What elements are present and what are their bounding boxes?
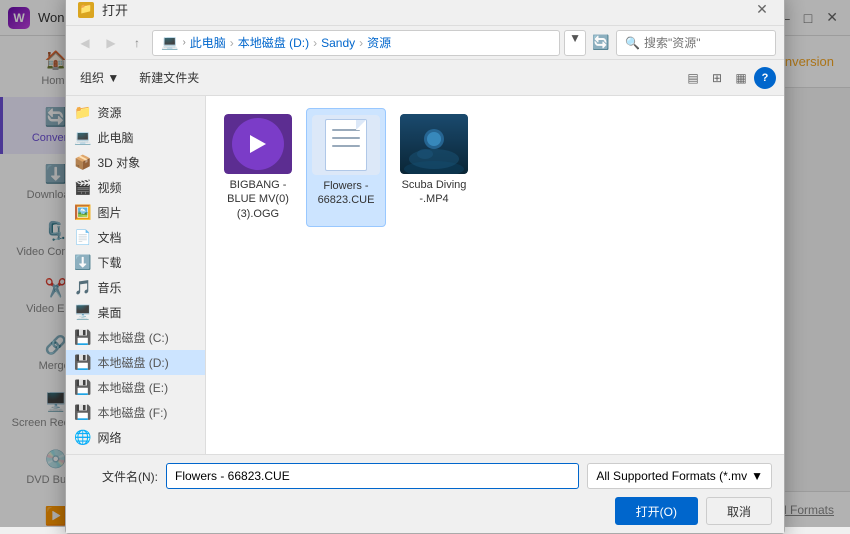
file-explorer: 📁 资源 💻 此电脑 📦 3D 对象 🎬 视频 🖼️ 图片 (66, 96, 784, 454)
sidebar-drive-f[interactable]: 💾 本地磁盘 (F:) (66, 400, 205, 425)
breadcrumb-dropdown[interactable]: ▼ (564, 30, 586, 56)
sidebar-3d-objects[interactable]: 📦 3D 对象 (66, 150, 205, 175)
ogg-filename: BIGBANG - BLUE MV(0) (3).OGG (224, 178, 292, 221)
filetype-dropdown-icon: ▼ (751, 469, 763, 483)
nav-search-box: 🔍 (616, 30, 776, 56)
filetype-label: All Supported Formats (*.mv (596, 469, 747, 483)
3d-icon: 📦 (74, 154, 91, 171)
dialog-close-button[interactable]: ✕ (752, 0, 772, 20)
search-icon: 🔍 (625, 36, 640, 50)
open-file-dialog: 📁 打开 ✕ ◀ ▶ ↑ 💻 › 此电脑 › 本地磁盘 (D:) › Sandy… (65, 0, 785, 534)
ogg-thumbnail (224, 114, 292, 174)
view-details-button[interactable]: ⊞ (706, 67, 728, 89)
organize-label: 组织 ▼ (80, 69, 119, 86)
file-item-cue[interactable]: Flowers - 66823.CUE (306, 108, 386, 227)
network-icon: 🌐 (74, 429, 91, 446)
downloads-icon: ⬇️ (74, 254, 91, 271)
file-sidebar: 📁 资源 💻 此电脑 📦 3D 对象 🎬 视频 🖼️ 图片 (66, 96, 206, 454)
pictures-icon: 🖼️ (74, 204, 91, 221)
sidebar-network[interactable]: 🌐 网络 (66, 425, 205, 450)
desktop-icon: 🖥️ (74, 304, 91, 321)
cancel-button[interactable]: 取消 (706, 497, 772, 525)
dialog-actions: 打开(O) 取消 (78, 497, 772, 525)
file-item-mp4[interactable]: Scuba Diving -.MP4 (394, 108, 474, 227)
file-item-ogg[interactable]: BIGBANG - BLUE MV(0) (3).OGG (218, 108, 298, 227)
sidebar-drive-c[interactable]: 💾 本地磁盘 (C:) (66, 325, 205, 350)
drive-f-icon: 💾 (74, 404, 91, 421)
cue-thumbnail (312, 115, 380, 175)
sidebar-downloads[interactable]: ⬇️ 下载 (66, 250, 205, 275)
drive-c-icon: 💾 (74, 329, 91, 346)
breadcrumb-icon: 💻 (161, 34, 178, 51)
organize-button[interactable]: 组织 ▼ (74, 66, 125, 89)
drive-e-icon: 💾 (74, 379, 91, 396)
dialog-title-bar: 📁 打开 ✕ (66, 0, 784, 26)
pc-icon: 💻 (74, 129, 91, 146)
sidebar-videos[interactable]: 🎬 视频 (66, 175, 205, 200)
sidebar-resources[interactable]: 📁 资源 (66, 100, 205, 125)
nav-up-button[interactable]: ↑ (126, 32, 148, 54)
filetype-select[interactable]: All Supported Formats (*.mv ▼ (587, 463, 772, 489)
search-input[interactable] (644, 36, 799, 50)
videos-icon: 🎬 (74, 179, 91, 196)
filename-input[interactable] (166, 463, 579, 489)
documents-icon: 📄 (74, 229, 91, 246)
breadcrumb-resources[interactable]: 资源 (367, 34, 391, 51)
music-icon: 🎵 (74, 279, 91, 296)
sidebar-music[interactable]: 🎵 音乐 (66, 275, 205, 300)
view-list-button[interactable]: ▤ (682, 67, 704, 89)
sidebar-desktop[interactable]: 🖥️ 桌面 (66, 300, 205, 325)
dialog-overlay: 📁 打开 ✕ ◀ ▶ ↑ 💻 › 此电脑 › 本地磁盘 (D:) › Sandy… (0, 0, 850, 527)
dialog-bottom: 文件名(N): All Supported Formats (*.mv ▼ 打开… (66, 454, 784, 533)
breadcrumb-sandy[interactable]: Sandy (321, 36, 355, 50)
file-main-area: BIGBANG - BLUE MV(0) (3).OGG (206, 96, 784, 454)
sidebar-drive-e[interactable]: 💾 本地磁盘 (E:) (66, 375, 205, 400)
nav-forward-button[interactable]: ▶ (100, 32, 122, 54)
nav-back-button[interactable]: ◀ (74, 32, 96, 54)
sidebar-pictures[interactable]: 🖼️ 图片 (66, 200, 205, 225)
dialog-icon: 📁 (78, 2, 94, 18)
breadcrumb-drive[interactable]: 本地磁盘 (D:) (238, 34, 309, 51)
cue-filename: Flowers - 66823.CUE (313, 179, 379, 208)
nav-bar: ◀ ▶ ↑ 💻 › 此电脑 › 本地磁盘 (D:) › Sandy › 资源 ▼… (66, 26, 784, 60)
new-folder-button[interactable]: 新建文件夹 (133, 66, 205, 89)
folder-icon: 📁 (74, 104, 91, 121)
open-button[interactable]: 打开(O) (615, 497, 698, 525)
sidebar-drive-d[interactable]: 💾 本地磁盘 (D:) (66, 350, 205, 375)
drive-d-icon: 💾 (74, 354, 91, 371)
mp4-filename: Scuba Diving -.MP4 (400, 178, 468, 207)
nav-refresh-button[interactable]: 🔄 (590, 32, 612, 54)
filename-row: 文件名(N): All Supported Formats (*.mv ▼ (78, 463, 772, 489)
dialog-title: 打开 (102, 0, 752, 19)
breadcrumb-computer[interactable]: 此电脑 (190, 34, 226, 51)
mp4-thumbnail (400, 114, 468, 174)
filename-label: 文件名(N): (78, 468, 158, 485)
nav-breadcrumb: 💻 › 此电脑 › 本地磁盘 (D:) › Sandy › 资源 (152, 30, 560, 56)
dialog-help-button[interactable]: ? (754, 67, 776, 89)
sidebar-documents[interactable]: 📄 文档 (66, 225, 205, 250)
dialog-toolbar: 组织 ▼ 新建文件夹 ▤ ⊞ ▦ ? (66, 60, 784, 96)
sidebar-this-pc[interactable]: 💻 此电脑 (66, 125, 205, 150)
view-preview-button[interactable]: ▦ (730, 67, 752, 89)
view-buttons: ▤ ⊞ ▦ ? (682, 67, 776, 89)
